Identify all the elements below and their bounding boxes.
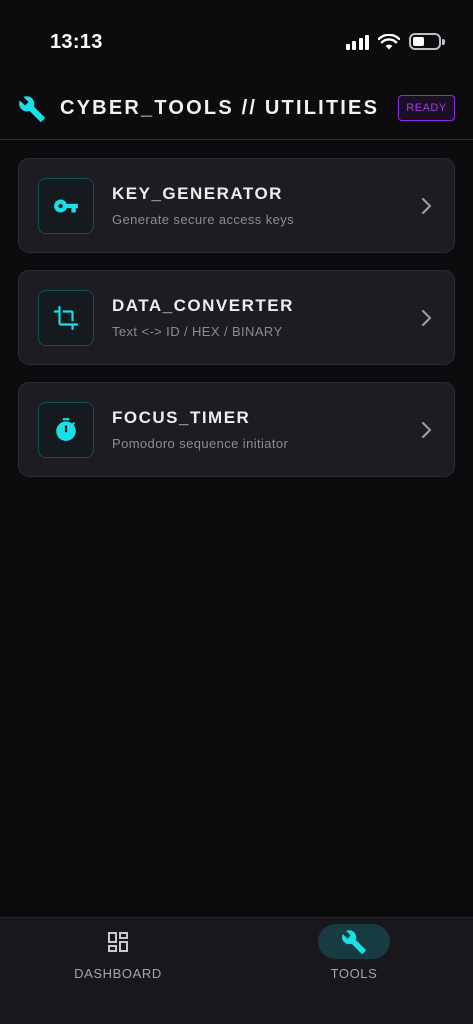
tool-card-focus-timer[interactable]: FOCUS_TIMER Pomodoro sequence initiator: [18, 382, 455, 477]
status-badge: READY: [398, 95, 455, 121]
tool-description: Generate secure access keys: [112, 212, 295, 227]
tool-icon-box: [38, 178, 94, 234]
chevron-right-icon: [421, 309, 432, 327]
tool-title: KEY_GENERATOR: [112, 184, 283, 203]
wifi-icon: [378, 33, 400, 49]
signal-icon: [345, 34, 369, 50]
tool-description: Pomodoro sequence initiator: [112, 436, 289, 451]
crop-icon: [54, 306, 78, 330]
tool-title: DATA_CONVERTER: [112, 296, 294, 315]
tool-description: Text <-> ID / HEX / BINARY: [112, 324, 283, 339]
tool-title: FOCUS_TIMER: [112, 408, 251, 427]
bottom-nav: DASHBOARD TOOLS: [0, 917, 473, 1024]
tool-icon-box: [38, 402, 94, 458]
tool-card-key-generator[interactable]: KEY_GENERATOR Generate secure access key…: [18, 158, 455, 253]
wrench-icon: [342, 929, 366, 954]
nav-label-tools: TOOLS: [330, 966, 378, 981]
status-icons: [345, 33, 445, 50]
battery-icon: [409, 33, 445, 50]
dashboard-icon: [108, 931, 128, 952]
tool-icon-box: [38, 290, 94, 346]
tool-card-data-converter[interactable]: DATA_CONVERTER Text <-> ID / HEX / BINAR…: [18, 270, 455, 365]
nav-icon-wrap-active: [318, 924, 390, 959]
nav-label-dashboard: DASHBOARD: [74, 966, 162, 981]
screen: 13:13 CYBER_TOOLS // UTILITIES READY KEY…: [0, 0, 473, 1024]
wrench-icon: [19, 96, 45, 122]
page-title: CYBER_TOOLS // UTILITIES: [60, 97, 380, 119]
app-header: CYBER_TOOLS // UTILITIES READY: [0, 80, 473, 140]
status-bar: 13:13: [0, 0, 473, 80]
nav-icon-wrap: [82, 924, 154, 959]
timer-icon: [56, 418, 76, 441]
chevron-right-icon: [421, 421, 432, 439]
chevron-right-icon: [421, 197, 432, 215]
nav-item-tools[interactable]: TOOLS: [254, 918, 454, 998]
nav-item-dashboard[interactable]: DASHBOARD: [18, 918, 218, 998]
status-time: 13:13: [50, 31, 103, 53]
tool-list: KEY_GENERATOR Generate secure access key…: [18, 158, 455, 494]
key-icon: [54, 199, 78, 213]
